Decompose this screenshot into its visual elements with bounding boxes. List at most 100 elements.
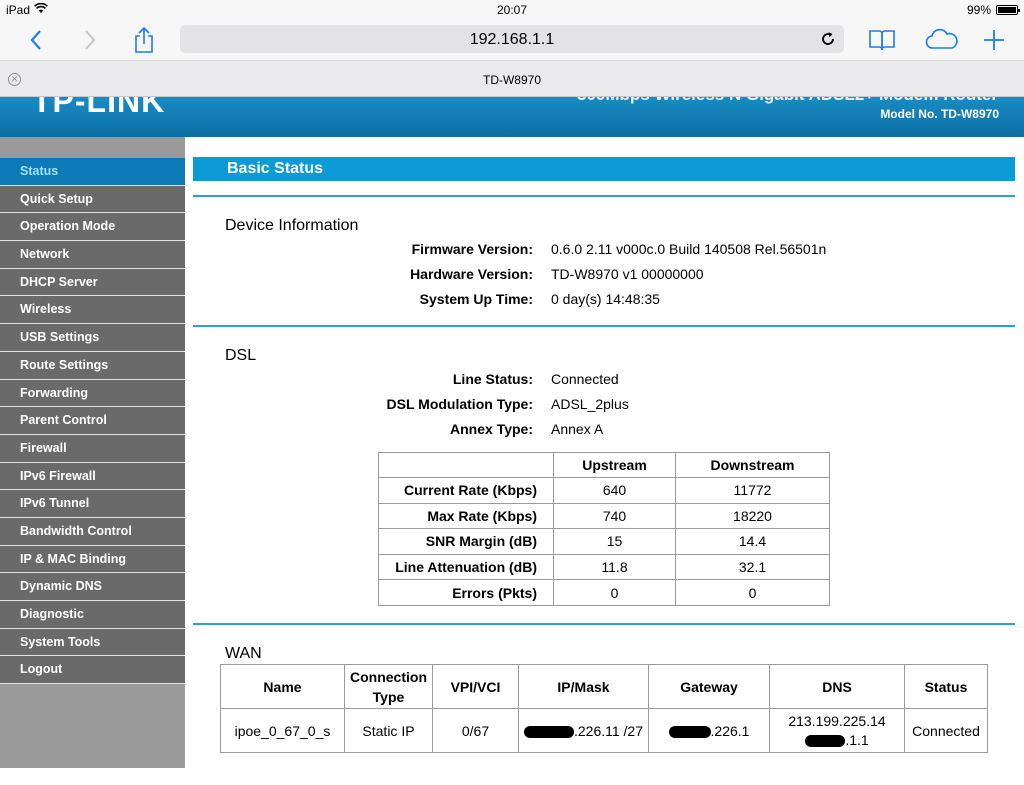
column-header-text: Type	[372, 688, 405, 705]
column-header-dns: DNS	[769, 664, 905, 709]
chevron-left-icon	[30, 30, 41, 50]
product-banner: 300Mbps Wireless N Gigabit ADSL2+ Modem …	[577, 97, 998, 105]
table-cell: 0	[553, 579, 676, 606]
table-cell: 15	[553, 528, 676, 555]
device-info-section: Device Information Firmware Version: 0.6…	[193, 197, 1015, 325]
dsl-stats-table: Upstream Downstream Current Rate (Kbps) 6…	[378, 452, 830, 606]
row-label: Errors (Pkts)	[378, 579, 554, 606]
wan-name: ipoe_0_67_0_s	[220, 708, 345, 753]
sidebar-item-system-tools[interactable]: System Tools	[0, 628, 185, 657]
battery-fill	[998, 7, 1016, 13]
sidebar-item-usb-settings[interactable]: USB Settings	[0, 324, 185, 352]
wan-status: Connected	[904, 708, 988, 753]
column-header-ipmask: IP/Mask	[518, 664, 649, 709]
firmware-value: 0.6.0 2.11 v000c.0 Build 140508 Rel.5650…	[551, 241, 827, 257]
sidebar-item-ipv6-tunnel[interactable]: IPv6 Tunnel	[0, 490, 185, 518]
ios-status-bar: iPad 20:07 99%	[0, 0, 1024, 20]
wan-gateway: .226.1	[648, 708, 770, 753]
reload-icon[interactable]	[818, 29, 838, 49]
tp-link-logo: TP-LINK	[32, 97, 166, 119]
sidebar-item-ip-mac-binding[interactable]: IP & MAC Binding	[0, 545, 185, 574]
sidebar-item-firewall[interactable]: Firewall	[0, 434, 185, 463]
clock: 20:07	[496, 3, 528, 17]
firmware-label: Firmware Version:	[411, 241, 533, 257]
wan-gateway-text: .226.1	[710, 722, 750, 739]
table-cell: 640	[553, 477, 676, 504]
tab-bar: ✕ TD-W8970	[0, 60, 1024, 97]
address-bar[interactable]: 192.168.1.1	[180, 25, 844, 53]
back-button[interactable]	[20, 24, 52, 56]
line-status-label: Line Status:	[452, 371, 533, 387]
table-row: Current Rate (Kbps) 640 11772	[378, 477, 830, 504]
table-cell: 11772	[675, 477, 830, 504]
sidebar-item-bandwidth-control[interactable]: Bandwidth Control	[0, 517, 185, 546]
sidebar-item-logout[interactable]: Logout	[0, 656, 185, 685]
page-title: Basic Status	[193, 157, 1015, 181]
sidebar-item-dhcp-server[interactable]: DHCP Server	[0, 268, 185, 297]
sidebar-item-dynamic-dns[interactable]: Dynamic DNS	[0, 573, 185, 601]
book-icon	[869, 30, 895, 51]
table-cell: 18220	[675, 502, 830, 530]
dsl-section: DSL Line Status: Connected DSL Modulatio…	[193, 327, 1015, 623]
table-row: ipoe_0_67_0_s Static IP 0/67 .226.11 /27…	[220, 708, 988, 753]
redaction-mark	[523, 725, 574, 738]
sidebar-item-route-settings[interactable]: Route Settings	[0, 351, 185, 380]
wan-table: Name Connection Type VPI/VCI IP/Mask Gat…	[220, 664, 988, 753]
new-tab-button[interactable]	[978, 24, 1010, 56]
column-header-name: Name	[220, 664, 345, 709]
column-header-gateway: Gateway	[648, 664, 770, 709]
share-button[interactable]	[128, 24, 160, 56]
browser-toolbar: 192.168.1.1	[0, 20, 1024, 60]
table-cell: 11.8	[553, 553, 676, 581]
row-label: Line Attenuation (dB)	[378, 553, 554, 581]
wan-ipmask-text: .226.11 /27	[573, 722, 644, 739]
chevron-right-icon	[85, 30, 96, 50]
wan-ipmask: .226.11 /27	[518, 708, 649, 753]
redaction-mark	[668, 725, 711, 738]
tab-title[interactable]: TD-W8970	[0, 73, 1024, 87]
battery-percent: 99%	[966, 3, 991, 17]
column-header-text: Connection	[350, 668, 427, 685]
cloud-icon	[925, 28, 958, 49]
sidebar-item-diagnostic[interactable]: Diagnostic	[0, 601, 185, 629]
sidebar-item-parent-control[interactable]: Parent Control	[0, 407, 185, 435]
sidebar-item-network[interactable]: Network	[0, 241, 185, 269]
wan-dns1: 213.199.225.14	[788, 712, 886, 729]
annex-label: Annex Type:	[450, 421, 533, 437]
dsl-title: DSL	[225, 347, 257, 364]
column-header	[378, 452, 554, 478]
plus-icon	[984, 30, 1004, 50]
sidebar-item-quick-setup[interactable]: Quick Setup	[0, 185, 185, 214]
sidebar-item-wireless[interactable]: Wireless	[0, 296, 185, 325]
redaction-mark	[805, 734, 846, 747]
uptime-label: System Up Time:	[419, 291, 533, 307]
row-label: Current Rate (Kbps)	[378, 477, 554, 504]
icloud-tabs-button[interactable]	[922, 24, 962, 56]
url-text: 192.168.1.1	[469, 31, 555, 48]
line-status-value: Connected	[551, 371, 619, 387]
sidebar-item-forwarding[interactable]: Forwarding	[0, 379, 185, 408]
sidebar-item-ipv6-firewall[interactable]: IPv6 Firewall	[0, 462, 185, 491]
row-label: SNR Margin (dB)	[378, 528, 554, 555]
column-header-status: Status	[904, 664, 988, 709]
forward-button[interactable]	[74, 24, 106, 56]
table-cell: 14.4	[675, 528, 830, 555]
table-cell: 32.1	[675, 553, 830, 581]
table-header-row: Name Connection Type VPI/VCI IP/Mask Gat…	[220, 664, 988, 709]
column-header: Upstream	[553, 452, 676, 478]
sidebar: Status Quick Setup Operation Mode Network DH…	[0, 137, 185, 768]
table-row: Errors (Pkts) 0 0	[378, 579, 830, 606]
modulation-value: ADSL_2plus	[551, 396, 629, 412]
main-content: Basic Status Device Information Firmware…	[193, 157, 1015, 785]
column-header: Downstream	[675, 452, 830, 478]
table-cell: 0	[675, 579, 830, 606]
wan-connection-type: Static IP	[344, 708, 433, 753]
sidebar-item-operation-mode[interactable]: Operation Mode	[0, 213, 185, 242]
bookmarks-button[interactable]	[866, 24, 898, 56]
sidebar-item-status[interactable]: Status	[0, 158, 185, 186]
share-icon	[135, 26, 153, 53]
wan-dns: 213.199.225.14 .1.1	[769, 708, 905, 753]
wan-vpi: 0/67	[432, 708, 519, 753]
modulation-label: DSL Modulation Type:	[386, 396, 533, 412]
annex-value: Annex A	[551, 421, 604, 437]
